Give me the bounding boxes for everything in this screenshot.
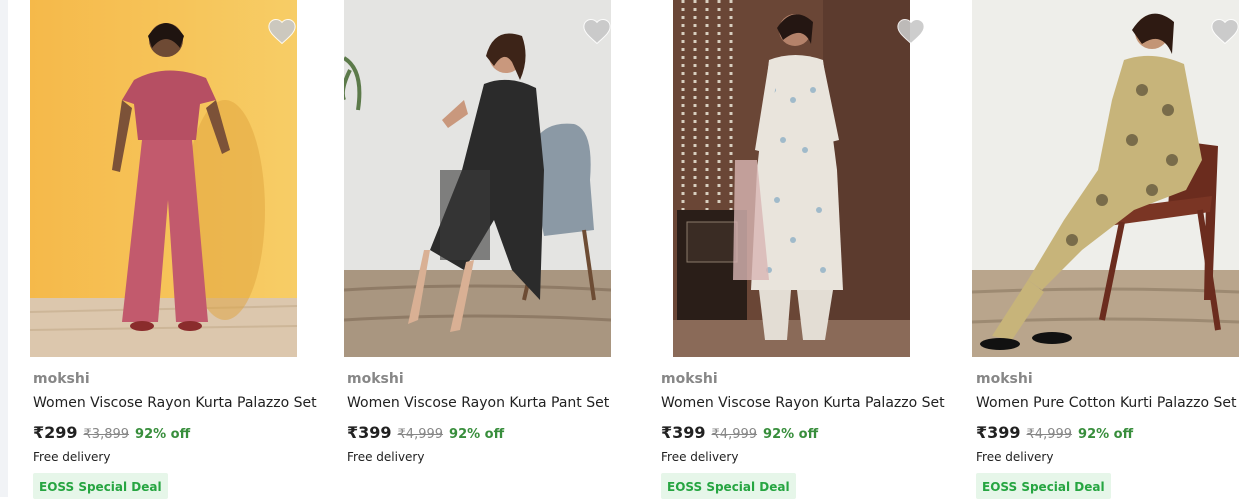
original-price: ₹3,899 [83, 427, 130, 442]
discount-percent: 92% off [449, 427, 505, 442]
price-row: ₹399 ₹4,999 92% off [347, 422, 642, 444]
product-info: mokshi Women Pure Cotton Kurti Palazzo S… [976, 370, 1246, 499]
product-image[interactable] [344, 0, 611, 357]
delivery-info: Free delivery [33, 450, 111, 464]
deal-badge: EOSS Special Deal [976, 473, 1111, 499]
deal-badge: EOSS Special Deal [661, 473, 796, 499]
discount-percent: 92% off [763, 427, 819, 442]
deal-badge: EOSS Special Deal [33, 473, 168, 499]
price-row: ₹399 ₹4,999 92% off [976, 422, 1246, 444]
selling-price: ₹399 [661, 423, 706, 442]
selling-price: ₹299 [33, 423, 78, 442]
original-price: ₹4,999 [397, 427, 444, 442]
wishlist-heart-icon[interactable] [896, 17, 926, 45]
price-row: ₹399 ₹4,999 92% off [661, 422, 956, 444]
discount-percent: 92% off [1078, 427, 1134, 442]
product-info: mokshi Women Viscose Rayon Kurta Palazzo… [661, 370, 956, 499]
delivery-info: Free delivery [976, 450, 1054, 464]
original-price: ₹4,999 [1026, 427, 1073, 442]
product-info: mokshi Women Viscose Rayon Kurta Pant Se… [347, 370, 642, 465]
brand-name: mokshi [661, 371, 718, 387]
wishlist-heart-icon[interactable] [582, 17, 612, 45]
selling-price: ₹399 [976, 423, 1021, 442]
discount-percent: 92% off [135, 427, 191, 442]
product-card[interactable]: mokshi Women Viscose Rayon Kurta Pant Se… [344, 0, 644, 497]
wishlist-heart-icon[interactable] [267, 17, 297, 45]
product-title[interactable]: Women Viscose Rayon Kurta Pant Set [347, 393, 642, 413]
product-card[interactable]: mokshi Women Viscose Rayon Kurta Palazzo… [30, 0, 330, 499]
product-title[interactable]: Women Viscose Rayon Kurta Palazzo Set [33, 393, 328, 413]
brand-name: mokshi [347, 371, 404, 387]
wishlist-heart-icon[interactable] [1210, 17, 1240, 45]
selling-price: ₹399 [347, 423, 392, 442]
page-left-edge [0, 0, 8, 497]
product-image[interactable] [673, 0, 910, 357]
product-image[interactable] [30, 0, 297, 357]
price-row: ₹299 ₹3,899 92% off [33, 422, 328, 444]
brand-name: mokshi [33, 371, 90, 387]
delivery-info: Free delivery [661, 450, 739, 464]
product-card[interactable]: mokshi Women Viscose Rayon Kurta Palazzo… [658, 0, 958, 499]
product-image[interactable] [972, 0, 1239, 357]
product-info: mokshi Women Viscose Rayon Kurta Palazzo… [33, 370, 328, 499]
product-card[interactable]: mokshi Women Pure Cotton Kurti Palazzo S… [972, 0, 1260, 499]
product-title[interactable]: Women Viscose Rayon Kurta Palazzo Set [661, 393, 956, 413]
delivery-info: Free delivery [347, 450, 425, 464]
original-price: ₹4,999 [711, 427, 758, 442]
brand-name: mokshi [976, 371, 1033, 387]
product-title[interactable]: Women Pure Cotton Kurti Palazzo Set [976, 393, 1246, 413]
